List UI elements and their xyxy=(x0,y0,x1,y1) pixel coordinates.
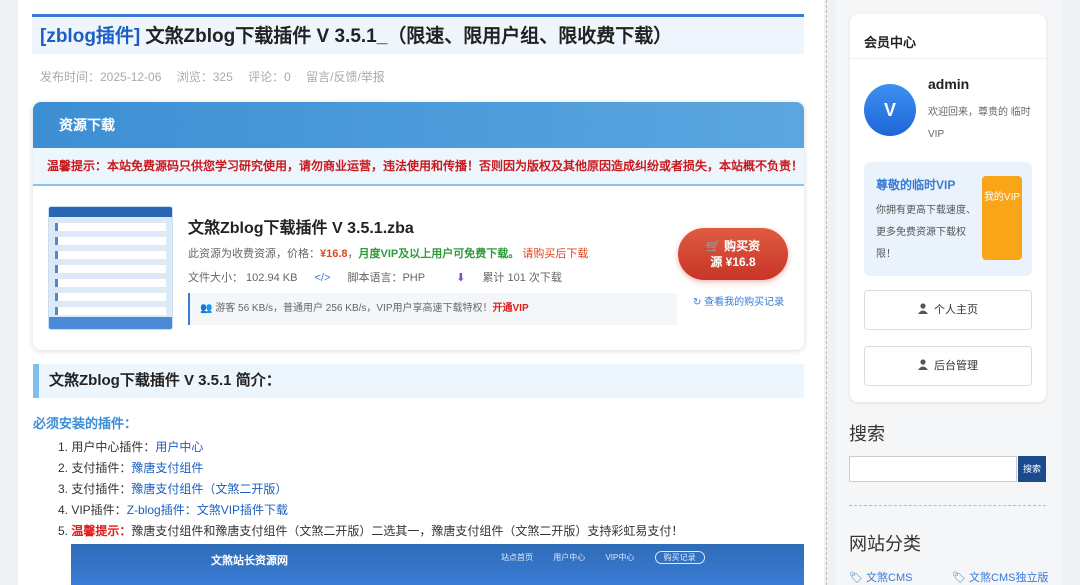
preview-screenshot: 文煞站长资源网 站点首页 用户中心 VIP中心 购买记录 xyxy=(71,544,804,585)
code-icon: </> xyxy=(314,272,331,284)
price-prefix: 此资源为收费资源，价格： xyxy=(188,248,320,260)
welcome-text: 欢迎回来，尊贵的 临时VIP xyxy=(928,107,1031,140)
preview-nav: 站点首页 用户中心 VIP中心 购买记录 xyxy=(501,551,723,564)
search-button[interactable]: 搜索 xyxy=(1018,456,1046,482)
plugin-link[interactable]: Z-blog插件：文煞VIP插件下载 xyxy=(127,503,288,517)
view-count: 浏览：325 xyxy=(176,70,233,84)
open-vip-link[interactable]: 开通VIP xyxy=(493,303,529,314)
preview-brand: 文煞站长资源网 xyxy=(211,555,288,567)
price-line: 此资源为收费资源，价格：¥16.8，月度VIP及以上用户可免费下载。 请购买后下… xyxy=(188,248,589,260)
buy-button[interactable]: 🛒 购买资 源 ¥16.8 xyxy=(678,228,788,280)
tag-icon: 🏷 xyxy=(952,572,966,584)
avatar[interactable]: V xyxy=(864,84,916,136)
main-content: [zblog插件] 文煞Zblog下载插件 V 3.5.1_（限速、限用户组、限… xyxy=(18,0,824,585)
my-vip-button[interactable]: 我的VIP xyxy=(982,176,1022,260)
download-box: 资源下载 温馨提示：本站免费源码只供您学习研究使用，请勿商业运营，违法使用和传播… xyxy=(33,102,804,350)
list-item: 1. 用户中心插件：用户中心 xyxy=(58,440,204,454)
article-meta: 发布时间：2025-12-06 浏览：325 评论：0 留言/反馈/举报 xyxy=(40,68,397,85)
cart-icon: 🛒 xyxy=(705,239,721,253)
username: admin xyxy=(928,76,970,92)
publish-time: 发布时间：2025-12-06 xyxy=(40,70,162,84)
buy-first-note: 请购买后下载 xyxy=(522,248,589,260)
vip-free-note: 月度VIP及以上用户可免费下载。 xyxy=(358,248,520,260)
search-input[interactable] xyxy=(849,456,1017,482)
plugin-list: 1. 用户中心插件：用户中心 2. 支付插件：豫唐支付组件 3. 支付插件：豫唐… xyxy=(58,438,683,543)
member-center-card: 会员中心 V admin 欢迎回来，尊贵的 临时VIP 尊敬的临时VIP 你拥有… xyxy=(850,14,1046,402)
history-icon: ↻ xyxy=(693,297,702,308)
download-warning: 温馨提示：本站免费源码只供您学习研究使用，请勿商业运营，违法使用和传播！否则因为… xyxy=(33,148,804,186)
article-title: [zblog插件] 文煞Zblog下载插件 V 3.5.1_（限速、限用户组、限… xyxy=(32,17,804,57)
admin-button[interactable]: 后台管理 xyxy=(864,346,1032,386)
file-size: 文件大小： 102.94 KB xyxy=(188,272,298,284)
resource-thumbnail xyxy=(48,206,173,330)
list-item: 2. 支付插件：豫唐支付组件 xyxy=(58,461,204,475)
list-item: 5. 温馨提示：豫唐支付组件和豫唐支付组件（文煞二开版）二选其一，豫唐支付组件（… xyxy=(58,524,684,538)
file-name: 文煞Zblog下载插件 V 3.5.1.zba xyxy=(188,220,414,237)
category-item[interactable]: 🏷 文煞CMS xyxy=(849,569,912,585)
column-divider xyxy=(826,0,827,585)
category-heading: 网站分类 xyxy=(849,534,921,554)
plugin-link[interactable]: 豫唐支付组件 xyxy=(131,461,203,475)
download-header: 资源下载 xyxy=(33,102,804,148)
home-page-button[interactable]: 个人主页 xyxy=(864,290,1032,330)
speed-info: 👥 游客 56 KB/s，普通用户 256 KB/s，VIP用户享高速下载特权！… xyxy=(188,293,677,325)
download-count: ⬇ 累计 101 次下载 xyxy=(456,272,562,284)
users-icon: 👥 xyxy=(200,303,213,314)
list-item: 3. 支付插件：豫唐支付组件（文煞二开版） xyxy=(58,482,288,496)
price-value: ¥16.8 xyxy=(320,248,348,260)
feedback-link[interactable]: 留言/反馈/举报 xyxy=(306,70,385,84)
user-icon xyxy=(918,359,928,370)
speed-text: 游客 56 KB/s，普通用户 256 KB/s，VIP用户享高速下载特权！ xyxy=(215,303,493,314)
required-plugins-label: 必须安装的插件： xyxy=(33,416,138,431)
file-info: 文件大小： 102.94 KB </> 脚本语言：PHP ⬇ 累计 101 次下… xyxy=(188,269,590,285)
category-item[interactable]: 🏷 文煞CMS独立版 xyxy=(952,569,1048,585)
vip-box: 尊敬的临时VIP 你拥有更高下载速度、更多免费资源下载权限！ 我的VIP xyxy=(864,162,1032,276)
download-icon: ⬇ xyxy=(456,272,466,284)
purchase-records-link[interactable]: ↻ 查看我的购买记录 xyxy=(693,293,784,308)
tag-icon: 🏷 xyxy=(849,572,863,584)
article-title-text: 文煞Zblog下载插件 V 3.5.1_（限速、限用户组、限收费下载） xyxy=(140,26,673,47)
article-category[interactable]: [zblog插件] xyxy=(40,26,140,47)
note-text: 豫唐支付组件和豫唐支付组件（文煞二开版）二选其一，豫唐支付组件（文煞二开版）支持… xyxy=(131,524,684,538)
script-lang: </> 脚本语言：PHP xyxy=(314,272,426,284)
page: [zblog插件] 文煞Zblog下载插件 V 3.5.1_（限速、限用户组、限… xyxy=(0,0,1080,585)
search-heading: 搜索 xyxy=(849,424,885,444)
comment-count: 评论：0 xyxy=(248,70,291,84)
user-icon xyxy=(918,303,928,314)
list-item: 4. VIP插件：Z-blog插件：文煞VIP插件下载 xyxy=(58,503,289,517)
intro-heading: 文煞Zblog下载插件 V 3.5.1 简介： xyxy=(33,364,804,398)
vip-title: 尊敬的临时VIP xyxy=(876,178,956,192)
member-center-title: 会员中心 xyxy=(864,35,917,50)
plugin-link[interactable]: 豫唐支付组件（文煞二开版） xyxy=(131,482,287,496)
vip-desc: 你拥有更高下载速度、更多免费资源下载权限！ xyxy=(876,205,976,260)
article-title-bar: [zblog插件] 文煞Zblog下载插件 V 3.5.1_（限速、限用户组、限… xyxy=(32,14,804,54)
sidebar: 会员中心 V admin 欢迎回来，尊贵的 临时VIP 尊敬的临时VIP 你拥有… xyxy=(836,0,1062,585)
note-highlight: 温馨提示： xyxy=(71,524,132,538)
plugin-link[interactable]: 用户中心 xyxy=(155,440,203,454)
